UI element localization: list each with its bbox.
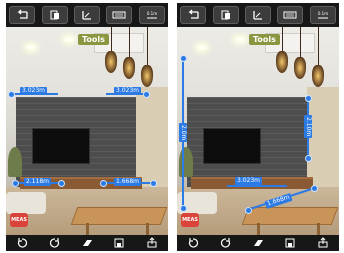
measure-point[interactable] bbox=[150, 180, 157, 187]
app-logo: MEAS bbox=[10, 213, 28, 227]
room-photo: 3.023m 3.023m 2.118m 1.668m bbox=[6, 27, 168, 237]
rotate-right-icon[interactable] bbox=[215, 236, 237, 250]
screen-left: 3.023m 3.023m 2.118m 1.668m Tools MEAS 0… bbox=[6, 3, 168, 251]
measure-point[interactable] bbox=[58, 180, 65, 187]
pendant-lamp bbox=[312, 65, 324, 87]
television bbox=[203, 128, 261, 164]
lamp-cord bbox=[300, 27, 301, 57]
share-icon[interactable] bbox=[312, 236, 334, 250]
measure-label: 3.023m bbox=[20, 87, 48, 95]
ceiling-light bbox=[235, 37, 245, 42]
rotate-left-icon[interactable] bbox=[182, 236, 204, 250]
tools-badge[interactable]: Tools bbox=[249, 34, 280, 45]
ceiling-light bbox=[64, 37, 74, 42]
pendant-lamp bbox=[123, 57, 135, 79]
copy-icon[interactable] bbox=[41, 6, 68, 24]
rotate-right-icon[interactable] bbox=[44, 236, 66, 250]
lamp-cord bbox=[282, 27, 283, 51]
rotate-left-icon[interactable] bbox=[11, 236, 33, 250]
television bbox=[32, 128, 90, 164]
lamp-cord bbox=[147, 27, 148, 65]
measure-point[interactable] bbox=[180, 205, 187, 212]
undo-arrow-icon[interactable] bbox=[9, 6, 36, 24]
measure-point[interactable] bbox=[143, 91, 150, 98]
measure-point[interactable] bbox=[100, 180, 107, 187]
ceiling-light bbox=[26, 45, 36, 50]
scale-icon[interactable]: 0.1m bbox=[309, 6, 336, 24]
lamp-cord bbox=[318, 27, 319, 65]
room-photo: 2.0m 2.10m 3.023m 1.668m bbox=[177, 27, 339, 237]
share-icon[interactable] bbox=[141, 236, 163, 250]
lamp-cord bbox=[111, 27, 112, 51]
undo-arrow-icon[interactable] bbox=[180, 6, 207, 24]
measure-point[interactable] bbox=[180, 55, 187, 62]
measure-point[interactable] bbox=[8, 91, 15, 98]
copy-icon[interactable] bbox=[212, 6, 239, 24]
measure-point[interactable] bbox=[12, 180, 19, 187]
keyboard-icon[interactable] bbox=[106, 6, 133, 24]
pendant-lamp bbox=[105, 51, 117, 73]
save-icon[interactable] bbox=[108, 236, 130, 250]
bottom-toolbar bbox=[6, 235, 168, 251]
measure-line[interactable] bbox=[227, 185, 287, 187]
ruler-icon[interactable] bbox=[244, 6, 271, 24]
keyboard-icon[interactable] bbox=[277, 6, 304, 24]
top-toolbar: 0.1m bbox=[6, 3, 168, 27]
svg-text:0.1m: 0.1m bbox=[147, 11, 157, 16]
measure-label: 2.0m bbox=[179, 123, 187, 143]
pendant-lamp bbox=[276, 51, 288, 73]
eraser-icon[interactable] bbox=[247, 236, 269, 250]
measure-point[interactable] bbox=[311, 185, 318, 192]
measure-point[interactable] bbox=[305, 95, 312, 102]
ruler-icon[interactable] bbox=[73, 6, 100, 24]
app-logo: MEAS bbox=[181, 213, 199, 227]
measure-point[interactable] bbox=[245, 207, 252, 214]
screen-right: 2.0m 2.10m 3.023m 1.668m Tools MEAS 0.1m bbox=[177, 3, 339, 251]
scale-icon[interactable]: 0.1m bbox=[138, 6, 165, 24]
svg-text:0.1m: 0.1m bbox=[318, 11, 328, 16]
top-toolbar: 0.1m bbox=[177, 3, 339, 27]
measure-label: 2.10m bbox=[304, 115, 312, 139]
measure-label: 3.023m bbox=[114, 87, 142, 95]
ceiling-light bbox=[197, 45, 207, 50]
lamp-cord bbox=[129, 27, 130, 57]
save-icon[interactable] bbox=[279, 236, 301, 250]
measure-label: 2.118m bbox=[24, 178, 52, 186]
tools-badge[interactable]: Tools bbox=[78, 34, 109, 45]
bottom-toolbar bbox=[177, 235, 339, 251]
pendant-lamp bbox=[294, 57, 306, 79]
measure-label: 1.668m bbox=[114, 178, 142, 186]
pendant-lamp bbox=[141, 65, 153, 87]
measure-point[interactable] bbox=[305, 155, 312, 162]
eraser-icon[interactable] bbox=[76, 236, 98, 250]
measure-label: 3.023m bbox=[235, 177, 263, 185]
sofa bbox=[6, 192, 46, 214]
plant bbox=[8, 147, 22, 177]
